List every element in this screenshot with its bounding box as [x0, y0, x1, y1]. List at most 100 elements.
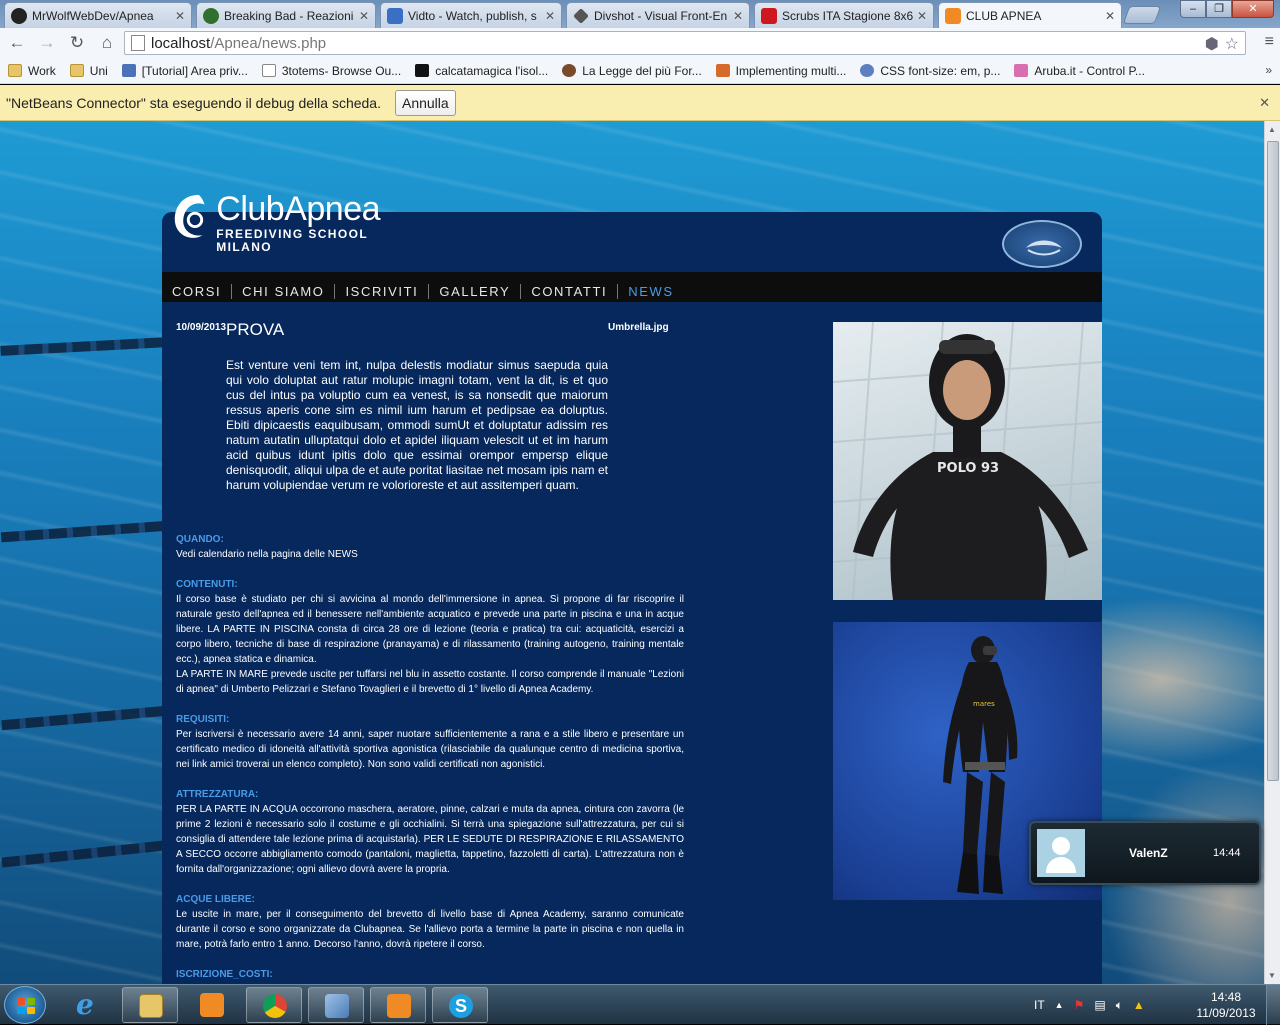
close-icon[interactable]: ✕ — [1259, 95, 1270, 111]
logo-swirl-icon — [174, 194, 205, 238]
article-title: PROVA — [226, 320, 285, 339]
new-tab-button[interactable] — [1122, 6, 1162, 24]
google-drive-icon[interactable]: ▲ — [1133, 998, 1145, 1012]
nav-news[interactable]: NEWS — [617, 284, 683, 299]
virtualbox-icon[interactable] — [308, 987, 364, 1023]
extension-cube-icon[interactable]: ⬢ — [1205, 34, 1219, 54]
bookmark-calcatamagica[interactable]: calcatamagica l'isol... — [415, 64, 548, 78]
tab-strip: MrWolfWebDev/Apnea ✕ Breaking Bad - Reaz… — [0, 0, 1280, 28]
close-icon[interactable]: ✕ — [545, 9, 555, 23]
nav-corsi[interactable]: CORSI — [162, 284, 231, 299]
reload-icon[interactable]: ↻ — [64, 30, 90, 56]
bookmark-label: Work — [28, 63, 56, 78]
bookmark-label: Uni — [89, 63, 108, 78]
close-icon[interactable]: ✕ — [917, 9, 927, 23]
chrome-icon[interactable] — [246, 987, 302, 1023]
close-icon[interactable]: ✕ — [359, 9, 369, 23]
youtube-icon — [761, 7, 777, 24]
xampp-icon[interactable] — [370, 987, 426, 1023]
site-logo[interactable]: ClubApnea FREEDIVING SCHOOL MILANO — [170, 190, 420, 254]
tab-github[interactable]: MrWolfWebDev/Apnea ✕ — [4, 2, 192, 28]
section-body: PER LA PARTE IN ACQUA occorrono maschera… — [176, 804, 684, 875]
tab-label: CLUB APNEA — [966, 8, 1042, 23]
bookmark-legge[interactable]: La Legge del più For... — [562, 63, 702, 78]
action-center-flag-icon[interactable]: ⚑ — [1074, 998, 1085, 1012]
skype-glyph: S — [449, 994, 473, 1018]
site-icon — [715, 64, 730, 77]
tab-scrubs[interactable]: Scrubs ITA Stagione 8x6 ✕ — [754, 2, 934, 28]
site-icon — [562, 64, 577, 77]
restore-button[interactable]: ❐ — [1206, 0, 1232, 18]
tab-club-apnea[interactable]: CLUB APNEA ✕ — [938, 2, 1122, 28]
skype-notification[interactable]: ValenZ 14:44 — [1029, 821, 1261, 885]
start-button[interactable] — [4, 986, 46, 1024]
cancel-button[interactable]: Annulla — [394, 89, 456, 116]
browser-toolbar: ← → ↻ ⌂ localhost/Apnea/news.php ⬢ ☆ — [0, 28, 1280, 58]
bookmark-label: CSS font-size: em, p... — [880, 63, 1001, 78]
close-icon[interactable]: ✕ — [1105, 9, 1115, 23]
bookmark-aruba[interactable]: Aruba.it - Control P... — [1014, 64, 1145, 78]
tab-breaking-bad[interactable]: Breaking Bad - Reazioni ✕ — [196, 2, 376, 28]
windows-taskbar: e S IT ▲ ⚑ ▤ 🔈︎ ▲ 14:48 11/09/2013 — [0, 984, 1280, 1025]
url-path: /Apnea/news.php — [210, 34, 327, 52]
bookmark-3totems[interactable]: 3totems- Browse Ou... — [261, 64, 401, 78]
show-desktop-button[interactable] — [1266, 985, 1280, 1025]
svg-text:POLO 93: POLO 93 — [937, 461, 999, 476]
folder-icon — [69, 64, 84, 77]
close-icon[interactable]: ✕ — [733, 9, 743, 23]
close-window-button[interactable]: ✕ — [1232, 0, 1274, 18]
section-quando: QUANDO: Vedi calendario nella pagina del… — [176, 532, 684, 562]
avatar-head-icon — [1052, 837, 1070, 855]
language-indicator[interactable]: IT — [1034, 998, 1045, 1012]
nav-chi-siamo[interactable]: CHI SIAMO — [231, 284, 334, 299]
bookmark-star-icon[interactable]: ☆ — [1225, 34, 1239, 54]
bookmark-label: Aruba.it - Control P... — [1034, 63, 1145, 78]
avatar — [1037, 829, 1085, 877]
menu-wrench-icon[interactable]: ≡ — [1265, 33, 1274, 51]
page-scrollbar[interactable]: ▲ ▼ — [1264, 121, 1280, 984]
chrome-glyph — [263, 994, 287, 1018]
bookmark-uni[interactable]: Uni — [69, 63, 108, 78]
bookmark-tutorial[interactable]: [Tutorial] Area priv... — [121, 64, 248, 78]
tab-vidto[interactable]: Vidto - Watch, publish, s ✕ — [380, 2, 562, 28]
scroll-up-icon[interactable]: ▲ — [1268, 125, 1276, 134]
taskbar-clock[interactable]: 14:48 11/09/2013 — [1193, 989, 1259, 1021]
home-icon[interactable]: ⌂ — [94, 30, 120, 56]
site-icon — [203, 7, 219, 24]
nav-iscriviti[interactable]: ISCRIVITI — [334, 284, 428, 299]
tab-label: MrWolfWebDev/Apnea — [32, 8, 154, 23]
notification-time: 14:44 — [1213, 847, 1241, 859]
system-tray: IT ▲ ⚑ ▤ 🔈︎ ▲ — [1034, 985, 1145, 1025]
forward-icon[interactable]: → — [34, 30, 60, 56]
network-icon[interactable]: ▤ — [1094, 998, 1105, 1012]
bookmark-css[interactable]: CSS font-size: em, p... — [860, 64, 1000, 78]
bookmark-implementing[interactable]: Implementing multi... — [715, 64, 846, 78]
site-icon — [415, 64, 430, 77]
back-icon[interactable]: ← — [4, 30, 30, 56]
course-details: QUANDO: Vedi calendario nella pagina del… — [176, 532, 684, 984]
close-icon[interactable]: ✕ — [175, 9, 185, 23]
bookmark-work[interactable]: Work — [8, 64, 56, 78]
tab-divshot[interactable]: Divshot - Visual Front-En ✕ — [566, 2, 750, 28]
more-bookmarks-icon[interactable]: » — [1265, 63, 1272, 77]
ie-icon[interactable]: e — [60, 987, 116, 1023]
nav-contatti[interactable]: CONTATTI — [520, 284, 617, 299]
logo-title: ClubApnea — [216, 190, 381, 228]
section-body: Le uscite in mare, per il conseguimento … — [176, 909, 684, 950]
volume-icon[interactable]: 🔈︎ — [1116, 998, 1123, 1013]
section-heading: QUANDO: — [176, 534, 224, 545]
address-bar[interactable]: localhost/Apnea/news.php ⬢ ☆ — [124, 31, 1246, 55]
show-hidden-icons-icon[interactable]: ▲ — [1055, 1000, 1064, 1010]
scroll-thumb[interactable] — [1267, 141, 1279, 781]
section-contenuti: CONTENUTI: Il corso base è studiato per … — [176, 577, 684, 697]
scroll-down-icon[interactable]: ▼ — [1268, 971, 1276, 980]
debug-infobar: "NetBeans Connector" sta eseguendo il de… — [0, 85, 1280, 121]
media-player-icon[interactable] — [184, 987, 240, 1023]
folder-icon — [8, 64, 22, 77]
bookmark-label: calcatamagica l'isol... — [435, 63, 549, 78]
skype-icon[interactable]: S — [432, 987, 488, 1023]
minimize-button[interactable]: – — [1180, 0, 1206, 18]
explorer-icon[interactable] — [122, 987, 178, 1023]
bookmark-label: La Legge del più For... — [582, 63, 702, 78]
nav-gallery[interactable]: GALLERY — [428, 284, 520, 299]
